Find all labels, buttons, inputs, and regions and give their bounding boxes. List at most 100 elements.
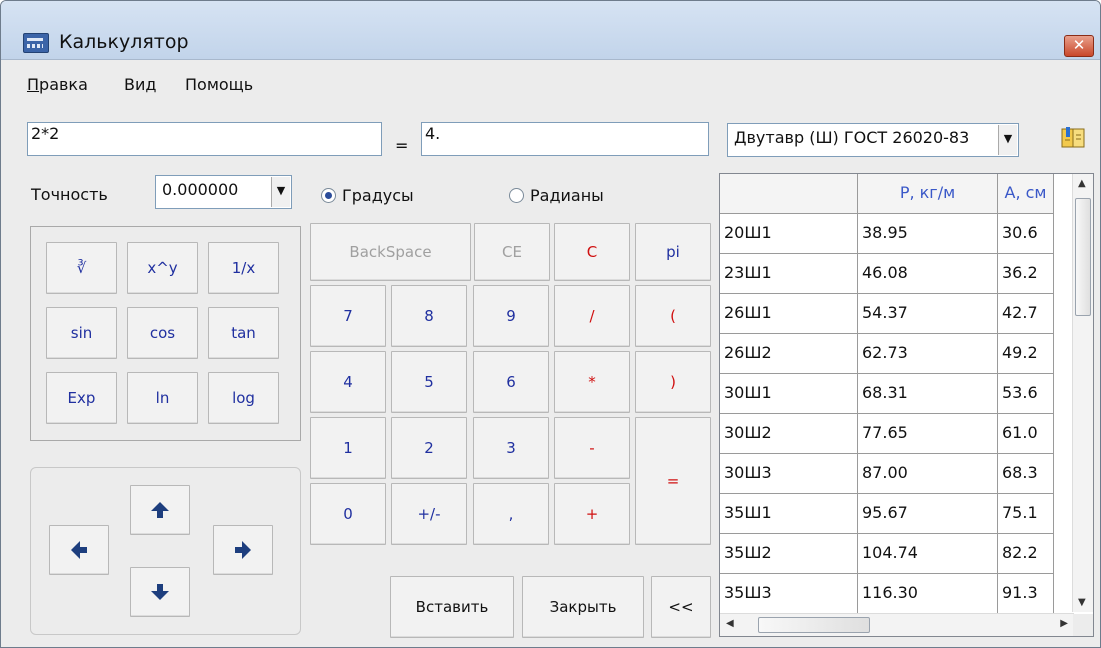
digit-7-button[interactable]: 7 xyxy=(310,285,386,347)
table-cell[interactable]: 116.30 xyxy=(858,574,998,614)
table-cell[interactable]: 54.37 xyxy=(858,294,998,334)
radio-degrees-label: Градусы xyxy=(342,186,414,205)
subtract-button[interactable]: - xyxy=(554,417,630,479)
table-cell[interactable]: 30Ш3 xyxy=(720,454,858,494)
pi-button[interactable]: pi xyxy=(635,223,711,281)
arrow-right-button[interactable] xyxy=(213,525,273,575)
log-button[interactable]: log xyxy=(208,372,279,424)
table-cell[interactable]: 38.95 xyxy=(858,214,998,254)
precision-select[interactable]: 0.000000 ▼ xyxy=(155,175,292,209)
digit-2-button[interactable]: 2 xyxy=(391,417,467,479)
menu-edit[interactable]: Правка xyxy=(27,75,88,94)
table-cell[interactable]: 61.0 xyxy=(998,414,1054,454)
radio-radians[interactable]: Радианы xyxy=(509,186,604,205)
vertical-scroll-thumb[interactable] xyxy=(1075,198,1091,316)
table-cell[interactable]: 62.73 xyxy=(858,334,998,374)
book-icon[interactable] xyxy=(1060,125,1087,151)
table-cell[interactable]: 49.2 xyxy=(998,334,1054,374)
horizontal-scroll-thumb[interactable] xyxy=(758,617,870,633)
arrow-left-icon xyxy=(71,541,87,559)
result-field[interactable]: 4. xyxy=(421,122,709,156)
scroll-up-icon[interactable]: ▲ xyxy=(1078,178,1086,189)
expression-input[interactable]: 2*2 xyxy=(27,122,382,156)
close-button[interactable]: Закрыть xyxy=(522,576,644,638)
table-cell[interactable]: 68.31 xyxy=(858,374,998,414)
insert-button[interactable]: Вставить xyxy=(390,576,514,638)
digit-9-button[interactable]: 9 xyxy=(473,285,549,347)
table-cell[interactable]: 20Ш1 xyxy=(720,214,858,254)
digit-0-button[interactable]: 0 xyxy=(310,483,386,545)
clear-button[interactable]: C xyxy=(554,223,630,281)
digit-3-button[interactable]: 3 xyxy=(473,417,549,479)
table-cell[interactable]: 35Ш2 xyxy=(720,534,858,574)
divide-button[interactable]: / xyxy=(554,285,630,347)
title-bar: Калькулятор ✕ xyxy=(1,1,1100,60)
menu-view-label: Вид xyxy=(124,75,157,94)
table-cell[interactable]: 35Ш3 xyxy=(720,574,858,614)
table-cell[interactable]: 53.6 xyxy=(998,374,1054,414)
arrow-left-button[interactable] xyxy=(49,525,109,575)
tan-button[interactable]: tan xyxy=(208,307,279,359)
table-cell[interactable]: 42.7 xyxy=(998,294,1054,334)
add-button[interactable]: + xyxy=(554,483,630,545)
scroll-right-icon[interactable]: ▶ xyxy=(1060,618,1068,629)
table-cell[interactable]: 95.67 xyxy=(858,494,998,534)
multiply-button[interactable]: * xyxy=(554,351,630,413)
equals-button[interactable]: = xyxy=(635,417,711,545)
radio-radians-indicator[interactable] xyxy=(509,188,524,203)
table-cell[interactable]: 26Ш1 xyxy=(720,294,858,334)
menu-view[interactable]: Вид xyxy=(124,75,156,94)
horizontal-scrollbar[interactable]: ◀ ▶ xyxy=(720,613,1074,636)
table-cell[interactable]: 87.00 xyxy=(858,454,998,494)
inverse-button[interactable]: 1/x xyxy=(208,242,279,294)
digit-6-button[interactable]: 6 xyxy=(473,351,549,413)
arrow-up-icon xyxy=(151,502,169,518)
table-cell[interactable]: 77.65 xyxy=(858,414,998,454)
cube-root-button[interactable]: ∛ xyxy=(46,242,117,294)
cos-button[interactable]: cos xyxy=(127,307,198,359)
left-paren-button[interactable]: ( xyxy=(635,285,711,347)
table-cell[interactable]: 104.74 xyxy=(858,534,998,574)
arrow-down-button[interactable] xyxy=(130,567,190,617)
exp-button[interactable]: Exp xyxy=(46,372,117,424)
table-cell[interactable]: 68.3 xyxy=(998,454,1054,494)
decimal-button[interactable]: , xyxy=(473,483,549,545)
vertical-scrollbar[interactable]: ▲ ▼ xyxy=(1072,174,1093,612)
table-header-cell[interactable] xyxy=(720,174,858,214)
radio-degrees-indicator[interactable] xyxy=(321,188,336,203)
scroll-left-icon[interactable]: ◀ xyxy=(726,618,734,629)
table-cell[interactable]: 30Ш1 xyxy=(720,374,858,414)
ce-button[interactable]: CE xyxy=(474,223,550,281)
table-header-area[interactable]: A, см xyxy=(998,174,1054,214)
power-button[interactable]: x^y xyxy=(127,242,198,294)
sin-button[interactable]: sin xyxy=(46,307,117,359)
backspace-button[interactable]: BackSpace xyxy=(310,223,471,281)
close-window-button[interactable]: ✕ xyxy=(1064,35,1094,57)
arrow-up-button[interactable] xyxy=(130,485,190,535)
digit-5-button[interactable]: 5 xyxy=(391,351,467,413)
table-cell[interactable]: 91.3 xyxy=(998,574,1054,614)
table-cell[interactable]: 30.6 xyxy=(998,214,1054,254)
table-cell[interactable]: 82.2 xyxy=(998,534,1054,574)
menu-help[interactable]: Помощь xyxy=(185,75,253,94)
digit-4-button[interactable]: 4 xyxy=(310,351,386,413)
chevron-down-icon[interactable]: ▼ xyxy=(998,125,1017,155)
table-cell[interactable]: 75.1 xyxy=(998,494,1054,534)
table-header-mass[interactable]: P, кг/м xyxy=(858,174,998,214)
ln-button[interactable]: ln xyxy=(127,372,198,424)
sign-button[interactable]: +/- xyxy=(391,483,467,545)
profile-select[interactable]: Двутавр (Ш) ГОСТ 26020-83 ▼ xyxy=(727,123,1019,157)
radio-degrees[interactable]: Градусы xyxy=(321,186,414,205)
table-cell[interactable]: 30Ш2 xyxy=(720,414,858,454)
table-cell[interactable]: 46.08 xyxy=(858,254,998,294)
table-cell[interactable]: 26Ш2 xyxy=(720,334,858,374)
right-paren-button[interactable]: ) xyxy=(635,351,711,413)
table-cell[interactable]: 23Ш1 xyxy=(720,254,858,294)
collapse-button[interactable]: << xyxy=(651,576,711,638)
digit-1-button[interactable]: 1 xyxy=(310,417,386,479)
scroll-down-icon[interactable]: ▼ xyxy=(1078,597,1086,608)
table-cell[interactable]: 36.2 xyxy=(998,254,1054,294)
digit-8-button[interactable]: 8 xyxy=(391,285,467,347)
table-cell[interactable]: 35Ш1 xyxy=(720,494,858,534)
chevron-down-icon[interactable]: ▼ xyxy=(271,177,290,207)
